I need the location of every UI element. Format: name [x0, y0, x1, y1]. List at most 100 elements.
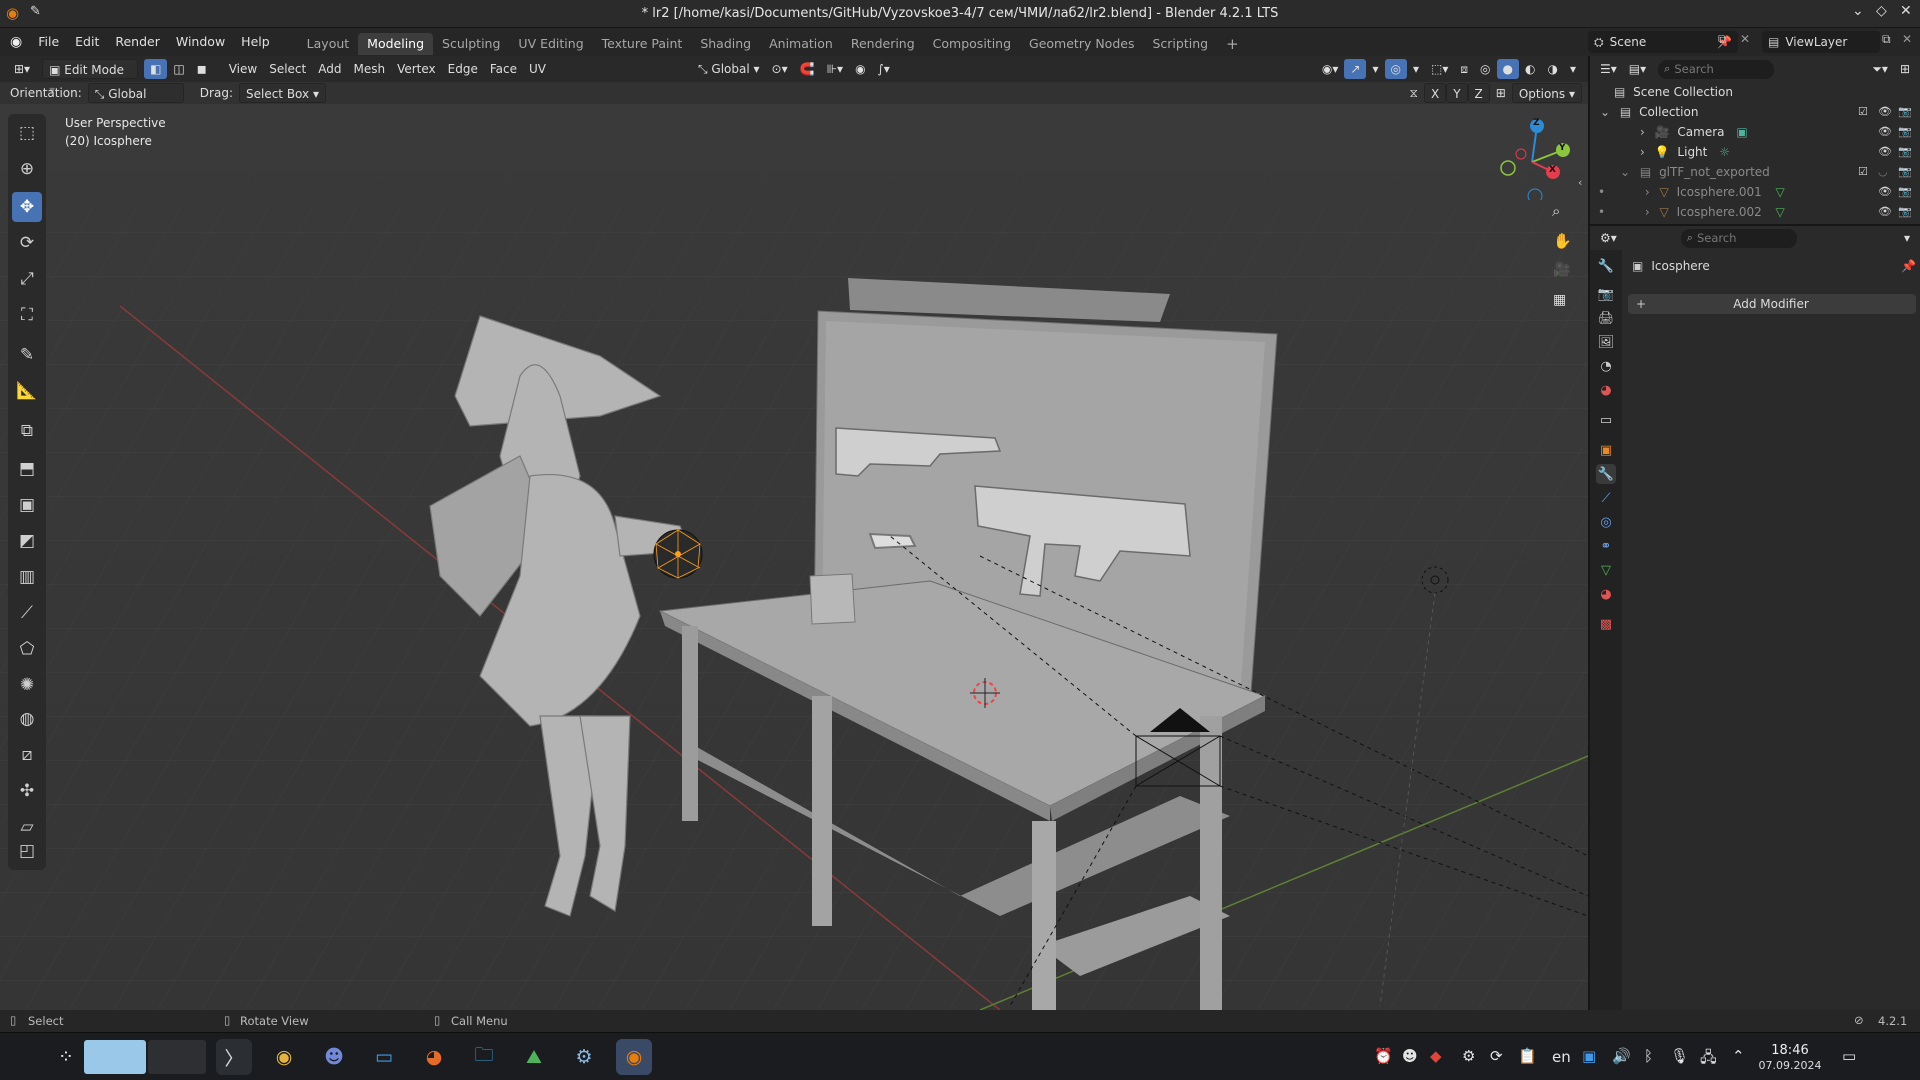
pin-icon[interactable]: 📌	[1901, 259, 1916, 273]
snap-icon[interactable]: 🧲	[794, 59, 821, 79]
workspace-1-pager[interactable]	[84, 1040, 146, 1074]
render-camera-icon[interactable]: 📷	[1898, 102, 1912, 122]
render-camera-icon[interactable]: 📷	[1898, 122, 1912, 142]
ortho-toggle-icon[interactable]: ▦	[1553, 292, 1566, 308]
snap-target-icon[interactable]: ⊪▾	[821, 59, 849, 79]
tray-steam-icon[interactable]: ⚙	[1462, 1047, 1475, 1065]
drag-dropdown[interactable]: Select Box ▾	[238, 83, 326, 103]
tray-expand-icon[interactable]: ⌃	[1732, 1047, 1745, 1065]
blender-menu-icon[interactable]: ◉	[0, 34, 30, 50]
visibility-eye-icon[interactable]: ◡	[1878, 162, 1888, 182]
new-scene-icon[interactable]: ⧉	[1718, 32, 1727, 47]
zoom-icon[interactable]: ⌕	[1552, 202, 1560, 220]
solid-shading-icon[interactable]: ●	[1496, 59, 1519, 79]
render-camera-icon[interactable]: 📷	[1898, 202, 1912, 222]
outliner-search[interactable]: ⌕ Search	[1658, 59, 1775, 79]
add-workspace-icon[interactable]: +	[1217, 33, 1248, 55]
tab-sculpting[interactable]: Sculpting	[433, 33, 509, 55]
shading-dropdown-icon[interactable]: ▾	[1564, 59, 1582, 79]
proportional-edit-icon[interactable]: ◉	[849, 59, 871, 79]
tab-geometry-nodes[interactable]: Geometry Nodes	[1020, 33, 1143, 55]
pan-hand-icon[interactable]: ✋	[1553, 232, 1572, 250]
mode-selector[interactable]: ▣ Edit Mode ▾	[42, 59, 139, 97]
gizmo-toggle-icon[interactable]: ↗	[1344, 59, 1367, 79]
system-monitor-icon[interactable]: ⛰	[516, 1039, 552, 1075]
minimize-icon[interactable]: ⌄	[1852, 3, 1864, 19]
orientation-dropdown[interactable]: ⤡ Global	[87, 83, 184, 103]
tab-texture-paint[interactable]: Texture Paint	[593, 33, 692, 55]
texture-tab-icon[interactable]: ▩	[1596, 614, 1616, 634]
spin-tool-icon[interactable]: ✺	[12, 670, 42, 700]
particles-tab-icon[interactable]: ⟋	[1596, 488, 1616, 508]
menu-help[interactable]: Help	[233, 28, 278, 56]
menu-window[interactable]: Window	[168, 28, 233, 56]
outliner-editor-type-icon[interactable]: ☰▾	[1594, 59, 1623, 79]
outliner-row-collection[interactable]: ⌄ ▤ Collection ☑ 👁 📷	[1590, 102, 1920, 122]
app-launcher-icon[interactable]: ⁘	[48, 1039, 84, 1075]
inset-tool-icon[interactable]: ▣	[12, 490, 42, 520]
properties-options-icon[interactable]: ▾	[1898, 228, 1916, 248]
loop-cut-tool-icon[interactable]: ▥	[12, 562, 42, 592]
show-desktop-icon[interactable]: ▭	[1842, 1047, 1856, 1065]
expand-icon[interactable]: ›	[1645, 185, 1650, 199]
physics-tab-icon[interactable]: ◎	[1596, 512, 1616, 532]
collection-tab-icon[interactable]: ▭	[1596, 410, 1616, 430]
add-modifier-button[interactable]: + Add Modifier	[1628, 294, 1916, 314]
expand-icon[interactable]: ›	[1640, 125, 1645, 139]
menu-face[interactable]: Face	[484, 59, 523, 79]
select-box-tool-icon[interactable]: ⬚	[12, 118, 42, 148]
auto-merge-icon[interactable]: ⊞	[1490, 83, 1512, 103]
blender-task-icon[interactable]: ◉	[616, 1039, 652, 1075]
tab-layout[interactable]: Layout	[298, 33, 359, 55]
menu-file[interactable]: File	[30, 28, 67, 56]
mirror-x-toggle[interactable]: X	[1423, 83, 1447, 103]
maximize-icon[interactable]: ◇	[1876, 3, 1887, 19]
rotate-tool-icon[interactable]: ⟳	[12, 228, 42, 258]
shrink-fatten-tool-icon[interactable]: ✣	[12, 776, 42, 806]
face-select-icon[interactable]: ◼	[191, 59, 213, 79]
outliner-row-scene-collection[interactable]: ▤ Scene Collection	[1590, 82, 1920, 102]
outliner-row-icosphere-002[interactable]: • › ▽ Icosphere.002 ▽ 👁 📷	[1590, 202, 1920, 222]
delete-view-layer-icon[interactable]: ✕	[1902, 32, 1912, 46]
scene-tab-icon[interactable]: ◔	[1596, 356, 1616, 376]
konsole-icon[interactable]: ▭	[366, 1039, 402, 1075]
camera-view-icon[interactable]: 🎥	[1553, 262, 1570, 278]
navigation-gizmo[interactable]: Z Y X	[1490, 116, 1574, 204]
edge-select-icon[interactable]: ◫	[167, 59, 190, 79]
poly-build-tool-icon[interactable]: ⬠	[12, 634, 42, 664]
tray-display-icon[interactable]: ▣	[1582, 1047, 1596, 1065]
firefox-icon[interactable]: ◕	[416, 1039, 452, 1075]
view-layer-tab-icon[interactable]: 🖼	[1596, 332, 1616, 352]
sidebar-toggle-icon[interactable]: ‹	[1578, 176, 1582, 189]
world-tab-icon[interactable]: ◕	[1596, 380, 1616, 400]
properties-search[interactable]: ⌕ Search	[1680, 228, 1797, 248]
keyboard-layout[interactable]: en	[1552, 1048, 1571, 1066]
expand-icon[interactable]: ›	[1640, 145, 1645, 159]
scene-selector[interactable]: ⛭ Scene 📌	[1588, 31, 1738, 53]
overlays-dropdown-icon[interactable]: ▾	[1407, 59, 1425, 79]
data-tab-icon[interactable]: ▽	[1596, 560, 1616, 580]
tab-scripting[interactable]: Scripting	[1143, 33, 1217, 55]
terminal-launcher-icon[interactable]: 〉	[216, 1039, 252, 1075]
smooth-tool-icon[interactable]: ◍	[12, 704, 42, 734]
tray-bluetooth-icon[interactable]: ᛒ	[1644, 1047, 1653, 1065]
chrome-icon[interactable]: ◉	[266, 1039, 302, 1075]
menu-mesh[interactable]: Mesh	[347, 59, 391, 79]
clock[interactable]: 18:46 07.09.2024	[1758, 1043, 1822, 1073]
discord-icon[interactable]: ☻	[316, 1039, 352, 1075]
overlays-icon[interactable]: ◎	[1384, 59, 1407, 79]
editor-type-icon[interactable]: ⊞▾	[8, 59, 36, 79]
tray-network-icon[interactable]: 🖧	[1700, 1047, 1717, 1072]
visibility-eye-icon[interactable]: 👁	[1878, 182, 1892, 202]
exclude-checkbox-icon[interactable]: ☑	[1858, 102, 1868, 122]
tray-discord-icon[interactable]: ☻	[1402, 1047, 1418, 1065]
rip-tool-icon[interactable]: ◰	[12, 836, 42, 866]
menu-view[interactable]: View	[223, 59, 263, 79]
mirror-y-toggle[interactable]: Y	[1446, 83, 1468, 103]
material-shading-icon[interactable]: ◐	[1519, 59, 1541, 79]
render-tab-icon[interactable]: 📷	[1596, 284, 1616, 304]
tab-rendering[interactable]: Rendering	[842, 33, 924, 55]
pivot-point-icon[interactable]: ⊙▾	[766, 59, 794, 79]
menu-render[interactable]: Render	[107, 28, 168, 56]
view-layer-selector[interactable]: ▤ ViewLayer	[1762, 31, 1880, 53]
